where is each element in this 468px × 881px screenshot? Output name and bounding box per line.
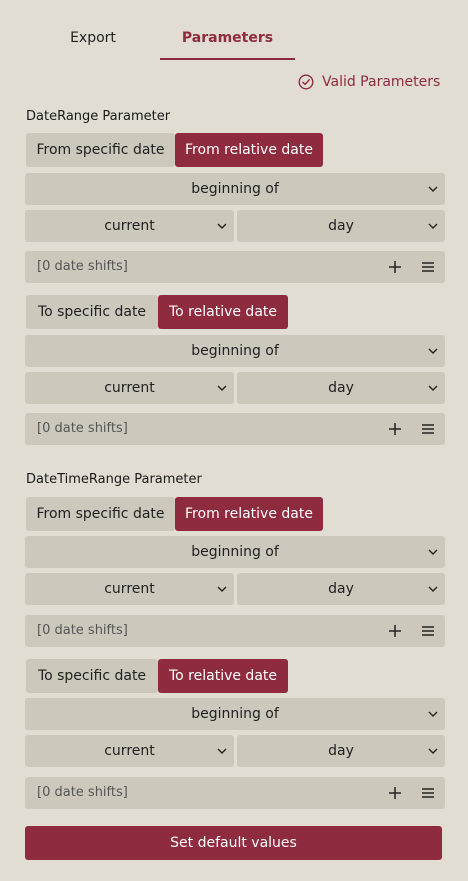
to-anchor-value: beginning of xyxy=(191,706,279,722)
chevron-down-icon xyxy=(427,335,439,367)
to-specific-date-button[interactable]: To specific date xyxy=(26,295,158,329)
chevron-down-icon xyxy=(427,173,439,205)
chevron-down-icon xyxy=(427,698,439,730)
to-anchor-value: beginning of xyxy=(191,343,279,359)
from-unit-value: day xyxy=(328,581,354,597)
plus-icon[interactable] xyxy=(383,619,407,643)
from-unit-value: day xyxy=(328,218,354,234)
section-title-datetimerange: DateTimeRange Parameter xyxy=(26,472,202,487)
valid-parameters-status: Valid Parameters xyxy=(298,72,440,92)
from-anchor-select[interactable]: beginning of xyxy=(25,536,445,568)
chevron-down-icon xyxy=(216,372,228,404)
to-period-select[interactable]: current xyxy=(25,372,234,404)
menu-icon[interactable] xyxy=(416,619,440,643)
from-unit-select[interactable]: day xyxy=(237,210,445,242)
from-date-shifts-field[interactable]: [0 date shifts] xyxy=(25,615,386,647)
chevron-down-icon xyxy=(427,210,439,242)
tab-parameters[interactable]: Parameters xyxy=(160,20,295,60)
from-shift-actions xyxy=(378,615,445,647)
menu-icon[interactable] xyxy=(416,255,440,279)
chevron-down-icon xyxy=(216,735,228,767)
to-anchor-select[interactable]: beginning of xyxy=(25,698,445,730)
from-period-value: current xyxy=(104,581,155,597)
to-date-shifts-field[interactable]: [0 date shifts] xyxy=(25,777,386,809)
to-anchor-select[interactable]: beginning of xyxy=(25,335,445,367)
section-title-daterange: DateRange Parameter xyxy=(26,109,171,124)
to-relative-date-button[interactable]: To relative date xyxy=(158,659,288,693)
valid-parameters-label: Valid Parameters xyxy=(322,74,441,90)
from-period-select[interactable]: current xyxy=(25,210,234,242)
to-specific-date-button[interactable]: To specific date xyxy=(26,659,158,693)
menu-icon[interactable] xyxy=(416,781,440,805)
from-date-shifts-field[interactable]: [0 date shifts] xyxy=(25,251,386,283)
from-unit-select[interactable]: day xyxy=(237,573,445,605)
from-specific-date-button[interactable]: From specific date xyxy=(26,497,175,531)
from-period-select[interactable]: current xyxy=(25,573,234,605)
from-shift-actions xyxy=(378,251,445,283)
to-relative-date-button[interactable]: To relative date xyxy=(158,295,288,329)
from-relative-date-button[interactable]: From relative date xyxy=(175,133,323,167)
plus-icon[interactable] xyxy=(383,255,407,279)
from-relative-date-button[interactable]: From relative date xyxy=(175,497,323,531)
to-unit-select[interactable]: day xyxy=(237,372,445,404)
to-shift-actions xyxy=(378,777,445,809)
to-date-shifts-field[interactable]: [0 date shifts] xyxy=(25,413,386,445)
to-period-value: current xyxy=(104,743,155,759)
from-anchor-value: beginning of xyxy=(191,181,279,197)
chevron-down-icon xyxy=(427,536,439,568)
menu-icon[interactable] xyxy=(416,417,440,441)
check-circle-icon xyxy=(298,74,314,90)
to-unit-select[interactable]: day xyxy=(237,735,445,767)
to-unit-value: day xyxy=(328,380,354,396)
chevron-down-icon xyxy=(427,573,439,605)
plus-icon[interactable] xyxy=(383,417,407,441)
chevron-down-icon xyxy=(216,573,228,605)
to-period-select[interactable]: current xyxy=(25,735,234,767)
from-specific-date-button[interactable]: From specific date xyxy=(26,133,175,167)
to-period-value: current xyxy=(104,380,155,396)
from-period-value: current xyxy=(104,218,155,234)
plus-icon[interactable] xyxy=(383,781,407,805)
set-default-values-button[interactable]: Set default values xyxy=(25,826,442,860)
from-anchor-select[interactable]: beginning of xyxy=(25,173,445,205)
chevron-down-icon xyxy=(427,372,439,404)
chevron-down-icon xyxy=(216,210,228,242)
to-shift-actions xyxy=(378,413,445,445)
chevron-down-icon xyxy=(427,735,439,767)
tab-export[interactable]: Export xyxy=(30,20,156,60)
from-anchor-value: beginning of xyxy=(191,544,279,560)
to-unit-value: day xyxy=(328,743,354,759)
